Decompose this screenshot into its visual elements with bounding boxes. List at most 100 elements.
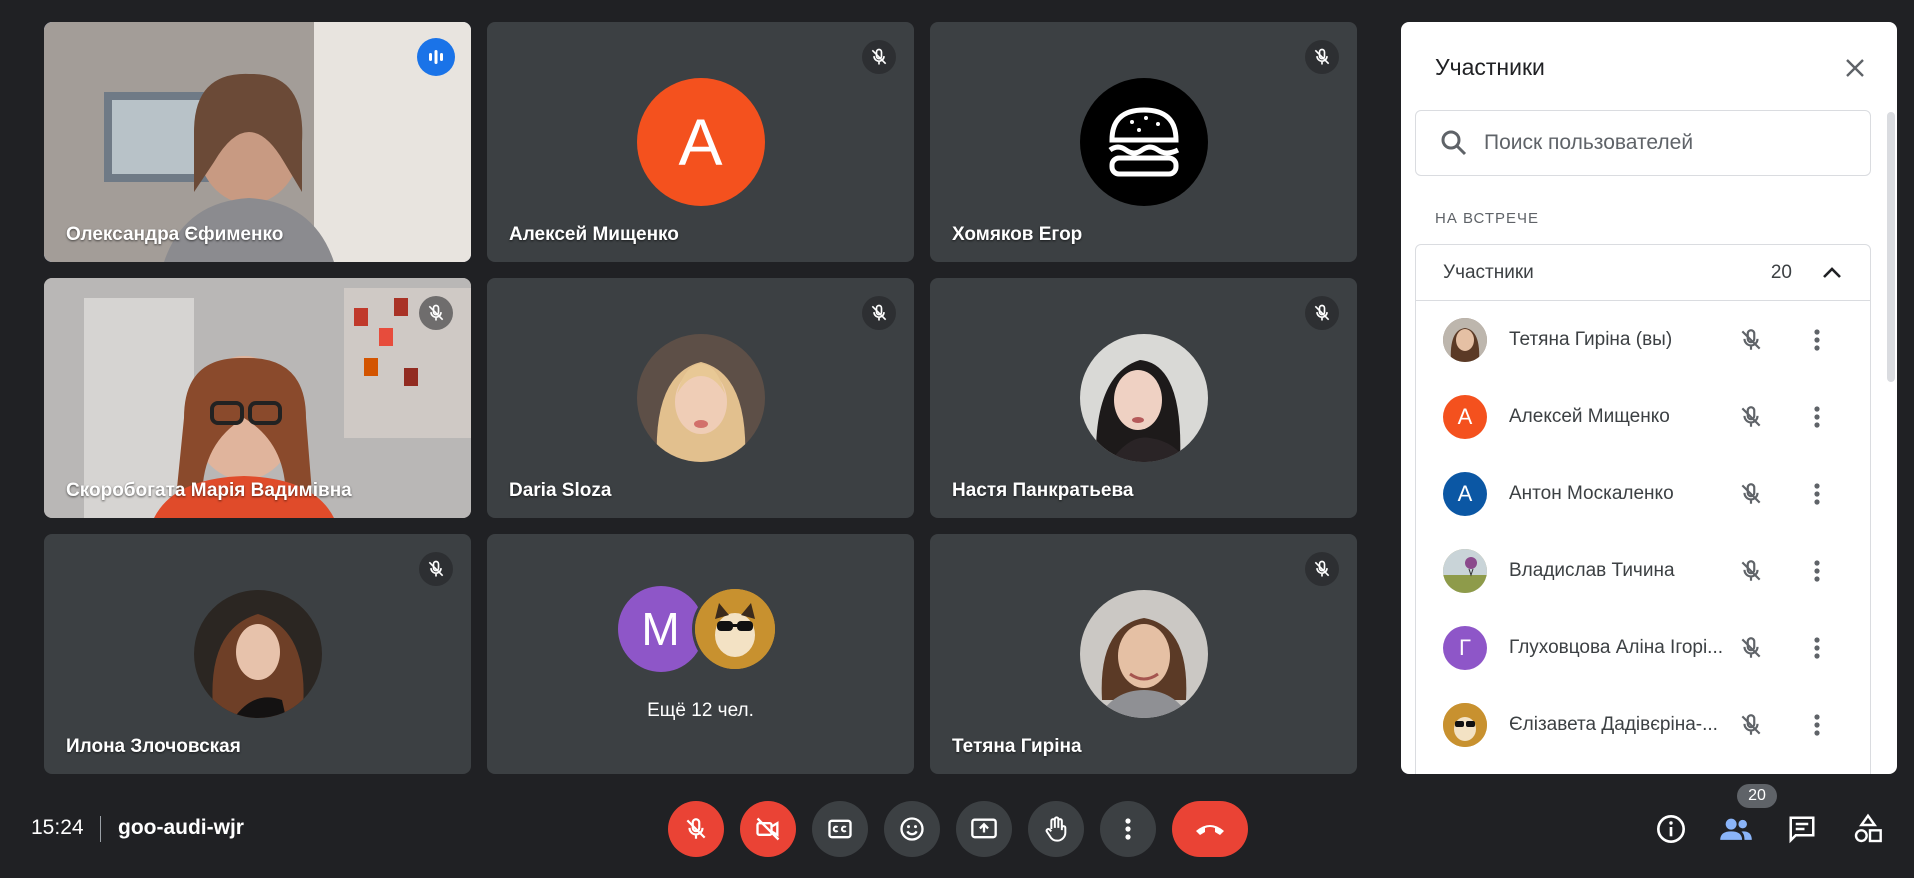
more-options-icon[interactable] [1800,554,1834,588]
mic-off-icon[interactable] [1734,323,1768,357]
reactions-button[interactable] [884,801,940,857]
participant-name: Тетяна Гиріна [952,736,1082,757]
leave-call-button[interactable] [1172,801,1248,857]
participant-row[interactable]: Єлізавета Дадівєріна-... [1416,686,1870,763]
participant-name: Єлізавета Дадівєріна-... [1509,713,1718,735]
mic-off-icon [1305,552,1339,586]
raise-hand-button[interactable] [1028,801,1084,857]
participant-row[interactable]: А Антон Москаленко [1416,455,1870,532]
meeting-code: goo-audi-wjr [118,816,244,839]
meeting-info-button[interactable] [1648,806,1694,852]
participant-tile[interactable]: Олександра Єфименко [44,22,471,262]
avatar: Г [1443,625,1487,670]
participant-name: Алексей Мищенко [509,224,679,245]
present-screen-button[interactable] [956,801,1012,857]
participant-name: Алексей Мищенко [1509,405,1670,427]
search-input[interactable] [1484,131,1844,155]
more-participants-tile[interactable]: М Ещё 12 чел. [487,534,914,774]
panel-scrollbar[interactable] [1887,112,1895,382]
info-icon [1657,815,1685,843]
captions-icon [828,819,852,839]
search-box[interactable] [1415,110,1871,176]
phone-hangup-icon [1196,825,1224,835]
participants-button[interactable] [1713,806,1759,852]
cat-avatar-icon [691,586,778,672]
mic-off-icon[interactable] [1734,708,1768,742]
more-avatars: М [616,584,786,674]
mic-off-icon [419,296,453,330]
camera-off-icon [756,817,780,841]
mic-off-icon[interactable] [1734,477,1768,511]
photo-avatar [1079,590,1208,718]
participant-name: Хомяков Егор [952,224,1083,245]
section-label: НА ВСТРЕЧЕ [1435,210,1540,227]
avatar [1443,317,1487,362]
group-label: Участники [1443,261,1534,283]
photo-avatar [1079,334,1208,462]
participant-tile[interactable]: Тетяна Гиріна [930,534,1357,774]
chat-icon [1789,816,1815,844]
participants-count-badge: 20 [1737,784,1777,808]
mic-off-icon [419,552,453,586]
participant-name: Олександра Єфименко [66,224,284,245]
hand-icon [1045,816,1067,842]
people-icon [1720,818,1752,840]
more-participants-label: Ещё 12 чел. [647,700,754,721]
avatar [1443,702,1487,747]
mic-toggle-button[interactable] [668,801,724,857]
more-options-icon[interactable] [1800,631,1834,665]
more-options-icon[interactable] [1800,477,1834,511]
participant-tile[interactable]: Настя Панкратьева [930,278,1357,518]
mic-off-icon[interactable] [1734,400,1768,434]
participant-tile[interactable]: Скоробогата Марія Вадимівна [44,278,471,518]
participants-panel: Участники НА ВСТРЕЧЕ Участники 20 Тетяна… [1401,22,1897,774]
participant-row[interactable]: Тетяна Гиріна (вы) [1416,301,1870,378]
mic-off-icon[interactable] [1734,631,1768,665]
participants-group-header[interactable]: Участники 20 [1416,245,1870,301]
more-options-icon[interactable] [1800,400,1834,434]
burger-avatar-icon [1079,78,1208,206]
more-vert-icon [1125,818,1131,840]
participant-tile[interactable]: Хомяков Егор [930,22,1357,262]
participant-name: Тетяна Гиріна (вы) [1509,328,1673,350]
more-options-button[interactable] [1100,801,1156,857]
avatar: М [617,586,704,672]
avatar: А [636,78,765,206]
mic-off-icon [1305,296,1339,330]
call-controls [668,801,1248,857]
avatar: А [1443,471,1487,516]
participant-row[interactable]: Владислав Тичина [1416,532,1870,609]
mic-off-icon[interactable] [1734,554,1768,588]
avatar [1443,548,1487,593]
close-icon[interactable] [1835,48,1875,88]
photo-avatar [193,590,322,718]
captions-button[interactable] [812,801,868,857]
participant-row[interactable]: Г Глуховцова Аліна Ігорі... [1416,609,1870,686]
participant-name: Скоробогата Марія Вадимівна [66,480,352,501]
photo-avatar [636,334,765,462]
shapes-icon [1854,813,1882,843]
participant-row[interactable]: А Алексей Мищенко [1416,378,1870,455]
participant-name: Глуховцова Аліна Ігорі... [1509,636,1724,658]
emoji-icon [900,817,924,841]
chevron-up-icon [1823,266,1841,278]
participant-name: Владислав Тичина [1509,559,1675,581]
activities-button[interactable] [1845,806,1891,852]
camera-toggle-button[interactable] [740,801,796,857]
meeting-time: 15:24 [31,816,84,839]
mic-off-icon [862,40,896,74]
search-icon [1441,130,1467,156]
participant-name: Daria Sloza [509,480,612,501]
more-options-icon[interactable] [1800,708,1834,742]
participant-tile[interactable]: Daria Sloza [487,278,914,518]
divider [100,816,101,842]
participant-name: Настя Панкратьева [952,480,1134,501]
participant-name: Антон Москаленко [1509,482,1674,504]
participant-tile[interactable]: Илона Злочовская [44,534,471,774]
present-icon [971,818,997,839]
participant-tile[interactable]: А Алексей Мищенко [487,22,914,262]
participants-group: Участники 20 Тетяна Гиріна (вы) А Алексе… [1415,244,1871,774]
chat-button[interactable] [1779,806,1825,852]
mic-off-icon [1305,40,1339,74]
more-options-icon[interactable] [1800,323,1834,357]
